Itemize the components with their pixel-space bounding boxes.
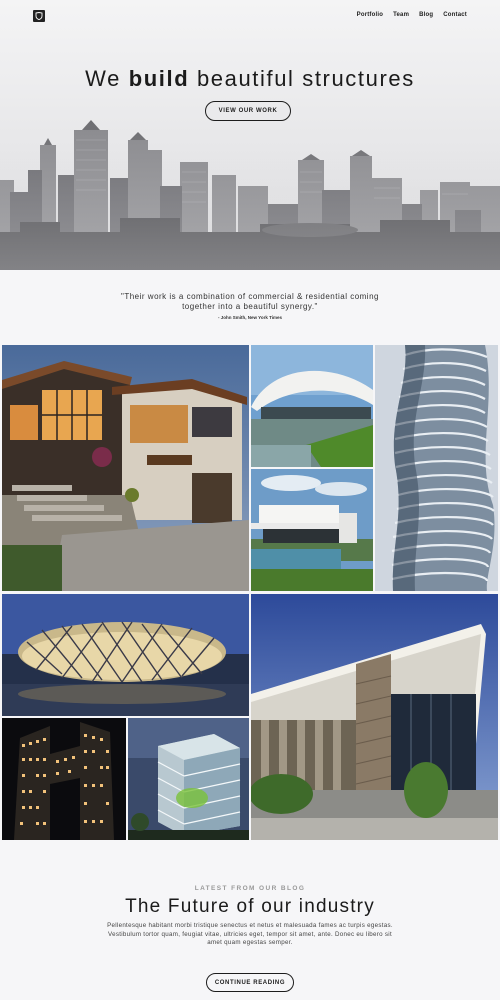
headline-bold: build <box>128 66 190 91</box>
nav-item-blog[interactable]: Blog <box>419 12 433 18</box>
top-nav: Portfolio Team Blog Contact <box>357 12 467 18</box>
hero-section: Portfolio Team Blog Contact We build bea… <box>0 0 500 270</box>
modern-house-photo[interactable] <box>2 345 249 591</box>
twisted-tower-photo[interactable] <box>375 345 498 591</box>
testimonial: "Their work is a combination of commerci… <box>0 292 500 320</box>
testimonial-text: "Their work is a combination of commerci… <box>121 292 379 311</box>
blog-section: LATEST FROM OUR BLOG The Future of our i… <box>0 885 500 948</box>
headline-post: beautiful structures <box>189 66 415 91</box>
nav-item-portfolio[interactable]: Portfolio <box>357 12 383 18</box>
view-our-work-button[interactable]: VIEW OUR WORK <box>205 101 291 121</box>
testimonial-cite: - John Smith, New York Times <box>217 315 282 320</box>
lit-skyscraper-photo[interactable] <box>2 718 126 840</box>
nav-item-contact[interactable]: Contact <box>443 12 467 18</box>
nav-item-team[interactable]: Team <box>393 12 409 18</box>
logo[interactable] <box>33 10 45 22</box>
birds-nest-stadium-photo[interactable] <box>2 594 249 716</box>
blog-eyebrow: LATEST FROM OUR BLOG <box>194 885 306 892</box>
headline-pre: We <box>85 66 129 91</box>
hero-headline: We build beautiful structures <box>0 66 500 92</box>
blog-excerpt: Pellentesque habitant morbi tristique se… <box>107 922 393 946</box>
city-skyline-image <box>0 120 500 270</box>
white-villa-photo[interactable] <box>251 469 373 591</box>
continue-reading-button[interactable]: CONTINUE READING <box>206 973 294 992</box>
shield-icon <box>35 12 43 20</box>
angular-building-photo[interactable] <box>251 594 498 840</box>
blog-title: The Future of our industry <box>125 896 375 917</box>
glass-cube-photo[interactable] <box>128 718 249 840</box>
curved-pavilion-photo[interactable] <box>251 345 373 467</box>
portfolio-gallery <box>2 345 498 840</box>
